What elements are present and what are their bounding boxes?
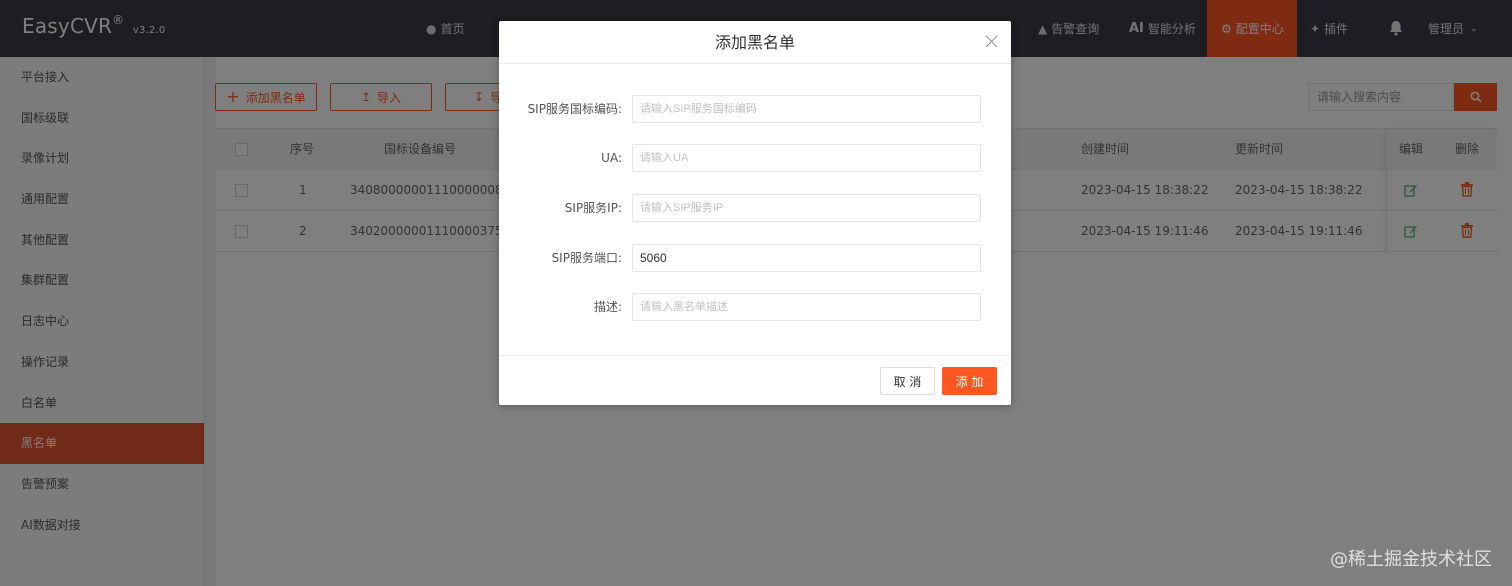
sip-ip-input[interactable]: 请输入SIP服务IP xyxy=(632,194,981,222)
sip-code-placeholder: 请输入SIP服务国标编码 xyxy=(640,103,757,115)
ua-label: UA: xyxy=(601,151,622,165)
dialog-title: 添加黑名单 xyxy=(499,21,1011,64)
sip-ip-placeholder: 请输入SIP服务IP xyxy=(640,202,724,214)
add-button[interactable]: 添 加 xyxy=(942,367,997,395)
description-placeholder: 请输入黑名单描述 xyxy=(640,301,728,313)
sip-code-label: SIP服务国标编码: xyxy=(527,102,622,116)
sip-port-input[interactable]: 5060 xyxy=(632,244,981,272)
add-blacklist-dialog: 添加黑名单 SIP服务国标编码: 请输入SIP服务国标编码 UA: 请输入UA … xyxy=(499,21,1011,405)
sip-port-value: 5060 xyxy=(640,251,667,265)
sip-port-label: SIP服务端口: xyxy=(551,251,622,265)
cancel-button[interactable]: 取 消 xyxy=(880,367,935,395)
watermark: @稀土掘金技术社区 xyxy=(1330,549,1492,570)
ua-placeholder: 请输入UA xyxy=(640,152,689,164)
description-label: 描述: xyxy=(593,300,622,314)
sip-code-input[interactable]: 请输入SIP服务国标编码 xyxy=(632,95,981,123)
ua-input[interactable]: 请输入UA xyxy=(632,144,981,172)
sip-ip-label: SIP服务IP: xyxy=(564,201,622,215)
description-input[interactable]: 请输入黑名单描述 xyxy=(632,293,981,321)
dialog-footer: 取 消 添 加 xyxy=(499,355,1011,405)
close-icon[interactable] xyxy=(985,35,998,48)
